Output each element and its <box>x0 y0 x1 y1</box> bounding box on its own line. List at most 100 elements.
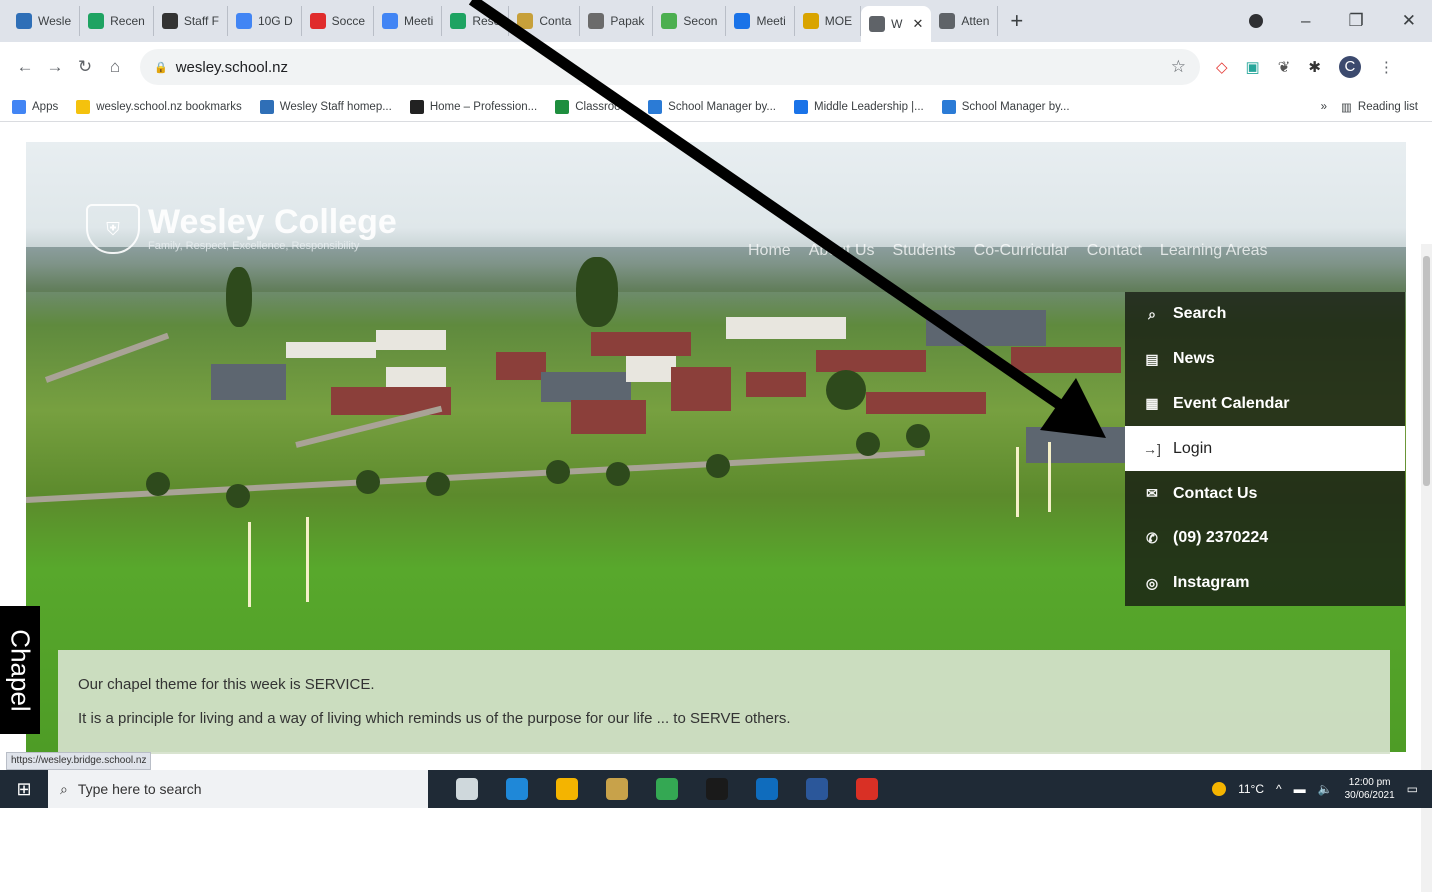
new-tab-button[interactable]: + <box>998 8 1035 34</box>
bookmark-favicon-icon <box>76 99 91 114</box>
crest-icon: ⛨ <box>86 204 140 254</box>
clock[interactable]: 12:00 pm 30/06/2021 <box>1345 776 1395 802</box>
close-window-button[interactable]: ✕ <box>1402 11 1416 31</box>
browser-menu-icon[interactable]: ⋮ <box>1379 58 1394 76</box>
notifications-icon[interactable]: ▭ <box>1407 782 1418 796</box>
nav-link[interactable]: Students <box>893 242 956 260</box>
reload-icon[interactable]: ↻ <box>70 57 100 77</box>
menu-item-phone[interactable]: ✆ (09) 2370224 <box>1125 516 1405 561</box>
taskbar-app-icon[interactable] <box>556 778 578 800</box>
extensions-puzzle-icon[interactable]: ✱ <box>1308 58 1321 76</box>
taskbar-app-icon[interactable] <box>706 778 728 800</box>
nav-link[interactable]: Co-Curricular <box>974 242 1069 260</box>
home-icon[interactable]: ⌂ <box>100 57 130 77</box>
browser-tab[interactable]: Conta <box>509 6 581 36</box>
menu-item-label: Contact Us <box>1173 484 1258 502</box>
taskbar-search[interactable]: ⌕ Type here to search <box>48 770 428 808</box>
minimize-button[interactable]: – <box>1301 11 1310 31</box>
tab-label: W <box>891 17 903 31</box>
close-tab-icon[interactable]: ✕ <box>912 16 923 32</box>
tab-favicon-icon <box>309 13 326 29</box>
tab-label: Atten <box>961 14 990 28</box>
browser-tab[interactable]: Staff F <box>154 6 228 36</box>
bookmark-favicon-icon <box>648 99 663 114</box>
bookmark-favicon-icon <box>941 99 956 114</box>
back-icon[interactable]: ← <box>10 57 40 77</box>
volume-icon[interactable]: 🔈 <box>1318 782 1333 796</box>
browser-tab[interactable]: Meeti <box>374 6 443 36</box>
status-link-preview: https://wesley.bridge.school.nz <box>6 752 152 770</box>
browser-tab[interactable]: MOE <box>795 6 862 36</box>
browser-tab[interactable]: Wesle <box>8 6 81 36</box>
bookmark-item[interactable]: Middle Leadership |... <box>794 99 924 114</box>
browser-tab[interactable]: 10G D <box>228 6 302 36</box>
address-bar[interactable]: 🔒 wesley.school.nz ☆ <box>140 49 1200 85</box>
college-name: Wesley College <box>148 203 397 241</box>
taskbar-app-icon[interactable] <box>506 778 528 800</box>
bookmark-star-icon[interactable]: ☆ <box>1171 57 1186 77</box>
nav-link[interactable]: Home <box>748 242 791 260</box>
menu-item-calendar[interactable]: ▦ Event Calendar <box>1125 382 1405 427</box>
tab-label: 10G D <box>257 14 293 28</box>
nav-link[interactable]: About Us <box>809 242 875 260</box>
bookmark-item[interactable]: Classroom <box>555 99 630 114</box>
bookmark-item[interactable]: Home – Profession... <box>409 99 537 114</box>
browser-tab[interactable]: Recen <box>80 6 154 36</box>
address-url: wesley.school.nz <box>175 58 288 76</box>
extension-red-icon[interactable]: ◇ <box>1216 58 1228 76</box>
taskbar-app-icon[interactable] <box>856 778 878 800</box>
record-icon[interactable] <box>1249 14 1264 28</box>
browser-tab[interactable]: W ✕ <box>861 6 932 42</box>
tab-label: Staff F <box>183 14 219 28</box>
menu-item-instagram[interactable]: ◎ Instagram <box>1125 561 1405 606</box>
browser-tab[interactable]: Socce <box>302 6 374 36</box>
nav-link[interactable]: Contact <box>1087 242 1142 260</box>
lock-icon[interactable]: 🔒 <box>154 61 168 74</box>
bookmark-item[interactable]: School Manager by... <box>648 99 776 114</box>
tab-favicon-icon <box>88 13 105 29</box>
extension-leaf-icon[interactable]: ❦ <box>1278 58 1291 76</box>
taskbar-app-icon[interactable] <box>656 778 678 800</box>
scrollbar-thumb[interactable] <box>1423 256 1430 486</box>
menu-item-news[interactable]: ▤ News <box>1125 337 1405 382</box>
bookmark-item[interactable]: wesley.school.nz bookmarks <box>76 99 242 114</box>
windows-start-icon[interactable]: ⊞ <box>0 779 48 800</box>
taskbar-app-icon[interactable] <box>456 778 478 800</box>
chapel-line-1: Our chapel theme for this week is SERVIC… <box>78 676 375 693</box>
bookmarks-overflow-button[interactable]: » <box>1321 101 1327 113</box>
taskbar-app-icon[interactable] <box>756 778 778 800</box>
window-controls: – ❐ ✕ <box>1249 11 1432 31</box>
browser-tab[interactable]: Atten <box>931 6 999 36</box>
search-icon: ⌕ <box>1148 305 1156 322</box>
taskbar-app-icon[interactable] <box>806 778 828 800</box>
bookmark-item[interactable]: Apps <box>12 99 58 114</box>
tray-chevron-icon[interactable]: ^ <box>1276 782 1282 796</box>
menu-item-login[interactable]: →] Login <box>1125 426 1405 472</box>
forward-icon[interactable]: → <box>40 57 70 77</box>
browser-tab[interactable]: Secon <box>653 6 727 36</box>
weather-icon[interactable] <box>1212 782 1227 796</box>
bookmark-favicon-icon <box>12 99 26 114</box>
nav-link[interactable]: Learning Areas <box>1160 242 1268 260</box>
menu-item-mail[interactable]: ✉ Contact Us <box>1125 471 1405 516</box>
taskbar-app-icon[interactable] <box>606 778 628 800</box>
profile-avatar[interactable]: C <box>1338 56 1361 78</box>
reading-list-icon: ▥ <box>1341 101 1352 114</box>
restore-button[interactable]: ❐ <box>1349 11 1364 31</box>
tab-label: Wesle <box>38 14 72 28</box>
extensions-area: ◇ ▣ ❦ ✱ C ⋮ <box>1216 56 1394 78</box>
tab-label: MOE <box>824 14 853 28</box>
browser-tab[interactable]: Papak <box>580 6 654 36</box>
menu-item-search[interactable]: ⌕ Search <box>1125 292 1405 337</box>
bookmark-item[interactable]: Wesley Staff homep... <box>259 99 392 114</box>
extension-screen-icon[interactable]: ▣ <box>1246 58 1260 76</box>
phone-icon: ✆ <box>1146 529 1158 546</box>
browser-tab[interactable]: Meeti <box>726 6 795 36</box>
chapel-tab[interactable]: Chapel <box>0 606 40 734</box>
college-logo[interactable]: ⛨ Wesley College Family, Respect, Excell… <box>86 204 397 254</box>
browser-tab[interactable]: Rese <box>442 6 510 36</box>
bookmark-item[interactable]: School Manager by... <box>941 99 1070 114</box>
network-icon[interactable]: ▬ <box>1294 782 1306 796</box>
weather-temp[interactable]: 11°C <box>1238 782 1264 796</box>
reading-list-button[interactable]: ▥ Reading list <box>1341 100 1418 114</box>
